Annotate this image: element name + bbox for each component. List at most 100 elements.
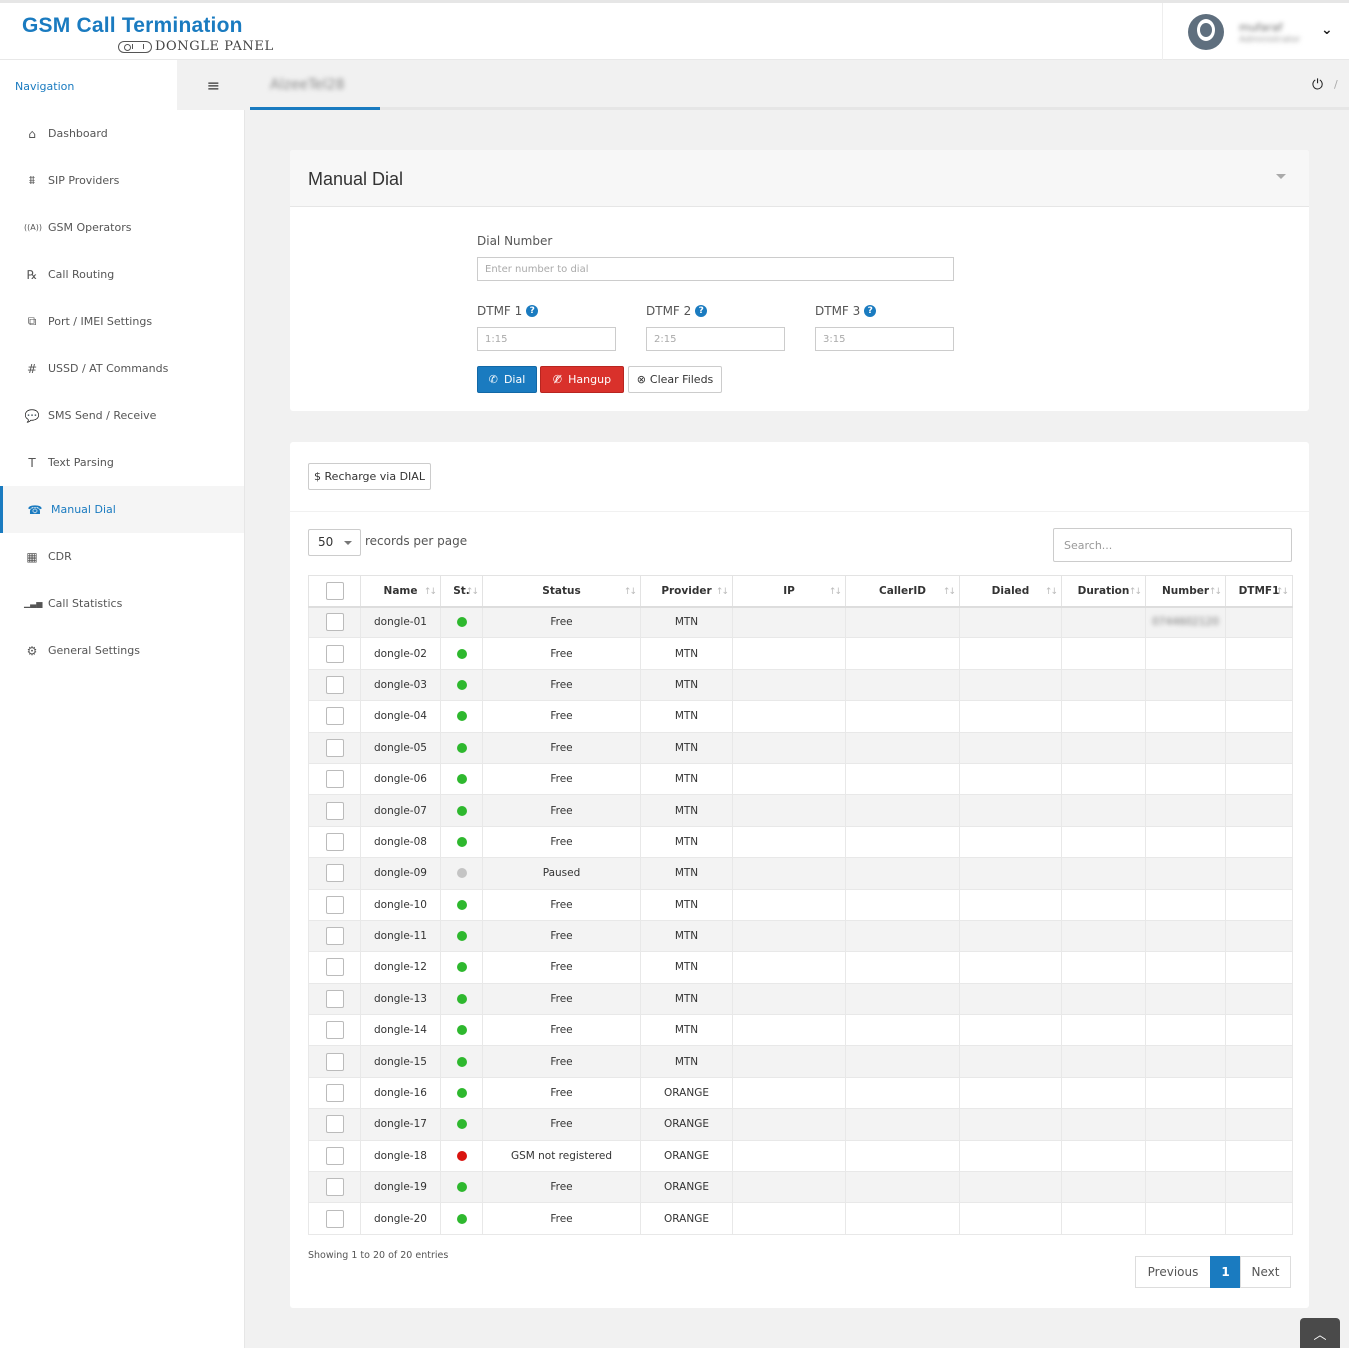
sidebar-item-port-imei-settings[interactable]: ⧉ Port / IMEI Settings <box>0 298 244 345</box>
row-checkbox[interactable] <box>325 1115 344 1134</box>
column-header-provider[interactable]: Provider ↑↓ <box>640 575 733 608</box>
sidebar-item-sms-send-receive[interactable]: 💬 SMS Send / Receive <box>0 392 244 439</box>
row-checkbox[interactable] <box>325 927 344 946</box>
column-header-number[interactable]: Number ↑↓ <box>1145 575 1226 608</box>
collapse-caret-icon[interactable] <box>1276 174 1286 179</box>
cell-name-text: dongle-20 <box>374 1212 427 1225</box>
sidebar-item-text-parsing[interactable]: T Text Parsing <box>0 439 244 486</box>
home-icon: ⌂ <box>28 126 36 141</box>
table-row[interactable]: dongle-01 Free MTN 0744602120 <box>308 605 1293 639</box>
cell-st <box>440 700 483 733</box>
table-row[interactable]: dongle-10 Free MTN <box>308 888 1293 921</box>
hangup-button[interactable]: ✆̸ Hangup <box>540 366 624 393</box>
row-checkbox[interactable] <box>325 989 344 1008</box>
sidebar-item-sip-providers[interactable]: ⩩ SIP Providers <box>0 157 244 204</box>
column-header-dtmf1[interactable]: DTMF1 ↑↓ <box>1225 575 1293 608</box>
status-dot-icon <box>456 836 467 847</box>
table-row[interactable]: dongle-02 Free MTN <box>308 637 1293 670</box>
row-checkbox[interactable] <box>325 895 344 914</box>
chevron-down-icon[interactable]: ⌄ <box>1321 22 1333 38</box>
row-checkbox[interactable] <box>325 1146 344 1165</box>
cell-ip <box>732 1014 846 1047</box>
page-length-select[interactable]: 50 <box>308 529 361 556</box>
table-row[interactable]: dongle-15 Free MTN <box>308 1045 1293 1078</box>
menu-toggle-icon[interactable]: ≡ <box>177 60 250 110</box>
table-row[interactable]: dongle-12 Free MTN <box>308 951 1293 984</box>
help-icon[interactable]: ? <box>526 305 539 317</box>
sidebar-item-cdr[interactable]: ▦ CDR <box>0 533 244 580</box>
table-row[interactable]: dongle-11 Free MTN <box>308 919 1293 953</box>
dtmf2-input[interactable] <box>646 327 785 351</box>
table-row[interactable]: dongle-04 Free MTN <box>308 700 1293 733</box>
power-icon[interactable]: ⏻ <box>1312 77 1323 93</box>
sidebar-item-general-settings[interactable]: ⚙ General Settings <box>0 627 244 674</box>
column-header-callerid[interactable]: CallerID ↑↓ <box>845 575 960 608</box>
row-checkbox[interactable] <box>325 1021 344 1040</box>
table-row[interactable]: dongle-09 Paused MTN <box>308 857 1293 890</box>
row-checkbox[interactable] <box>325 675 344 694</box>
sidebar-item-label: Text Parsing <box>48 456 114 469</box>
table-row[interactable]: dongle-17 Free ORANGE <box>308 1108 1293 1141</box>
help-icon[interactable]: ? <box>695 305 708 317</box>
sidebar-item-call-statistics[interactable]: ▁▃▅ Call Statistics <box>0 580 244 627</box>
cell-duration <box>1061 762 1146 796</box>
recharge-via-dial-button[interactable]: $ Recharge via DIAL <box>308 463 431 490</box>
table-row[interactable]: dongle-13 Free MTN <box>308 982 1293 1016</box>
table-row[interactable]: dongle-14 Free MTN <box>308 1014 1293 1047</box>
row-checkbox[interactable] <box>325 770 344 789</box>
column-header-dialed[interactable]: Dialed ↑↓ <box>959 575 1062 608</box>
column-header-ip[interactable]: IP ↑↓ <box>732 575 846 608</box>
row-checkbox[interactable] <box>325 707 344 726</box>
row-checkbox[interactable] <box>325 644 344 663</box>
avatar[interactable] <box>1188 14 1224 50</box>
table-row[interactable]: dongle-16 Free ORANGE <box>308 1076 1293 1110</box>
row-checkbox[interactable] <box>325 613 344 632</box>
row-checkbox[interactable] <box>325 801 344 820</box>
table-row[interactable]: dongle-06 Free MTN <box>308 762 1293 796</box>
column-header-status[interactable]: Status ↑↓ <box>482 575 641 608</box>
sidebar-item-gsm-operators[interactable]: ((A)) GSM Operators <box>0 204 244 251</box>
table-row[interactable]: dongle-18 GSM not registered ORANGE <box>308 1139 1293 1173</box>
dtmf1-input[interactable] <box>477 327 616 351</box>
row-checkbox[interactable] <box>325 1052 344 1071</box>
row-checkbox[interactable] <box>325 1084 344 1103</box>
sidebar-item-dashboard[interactable]: ⌂ Dashboard <box>0 110 244 157</box>
scroll-to-top-icon[interactable]: ︿ <box>1300 1318 1340 1348</box>
help-icon[interactable]: ? <box>864 305 877 317</box>
sidebar-item-manual-dial[interactable]: ☎ Manual Dial <box>0 486 244 533</box>
row-checkbox[interactable] <box>325 1178 344 1197</box>
sidebar-item-call-routing[interactable]: ℞ Call Routing <box>0 251 244 298</box>
row-checkbox[interactable] <box>325 958 344 977</box>
cell-status: Free <box>482 825 641 859</box>
breadcrumb-device-name[interactable]: AlzeeTel28 <box>270 77 345 93</box>
select-all-checkbox[interactable] <box>325 581 344 600</box>
cell-callerid <box>845 605 960 639</box>
sidebar-item-ussd-at-commands[interactable]: # USSD / AT Commands <box>0 345 244 392</box>
row-checkbox[interactable] <box>325 832 344 851</box>
dial-button[interactable]: ✆ Dial <box>477 366 537 393</box>
row-checkbox[interactable] <box>325 864 344 883</box>
table-row[interactable]: dongle-19 Free ORANGE <box>308 1171 1293 1204</box>
pagination-previous[interactable]: Previous <box>1135 1256 1211 1288</box>
status-dot-icon <box>456 774 467 785</box>
pagination-next[interactable]: Next <box>1240 1256 1291 1288</box>
table-row[interactable]: dongle-08 Free MTN <box>308 825 1293 859</box>
table-search-input[interactable] <box>1053 528 1292 562</box>
pagination-page-1[interactable]: 1 <box>1210 1256 1241 1288</box>
table-row[interactable]: dongle-03 Free MTN <box>308 668 1293 702</box>
column-header-name[interactable]: Name ↑↓ <box>360 575 441 608</box>
table-row[interactable]: dongle-05 Free MTN <box>308 731 1293 764</box>
column-header-st[interactable]: St. ↑↓ <box>440 575 483 608</box>
cell-provider: ORANGE <box>640 1076 733 1110</box>
row-checkbox[interactable] <box>325 1209 344 1228</box>
column-header-label: Duration <box>1077 584 1130 597</box>
dial-number-input[interactable] <box>477 257 954 281</box>
clear-fields-button[interactable]: ⊗ Clear Fileds <box>628 366 722 393</box>
column-header-duration[interactable]: Duration ↑↓ <box>1061 575 1146 608</box>
row-checkbox[interactable] <box>325 738 344 757</box>
table-row[interactable]: dongle-07 Free MTN <box>308 794 1293 827</box>
user-menu[interactable]: mufaraf Administrator ⌄ <box>1162 3 1349 60</box>
dtmf3-input[interactable] <box>815 327 954 351</box>
table-row[interactable]: dongle-20 Free ORANGE <box>308 1202 1293 1235</box>
logo[interactable]: GSM Call Termination DONGLE PANEL <box>22 15 273 55</box>
